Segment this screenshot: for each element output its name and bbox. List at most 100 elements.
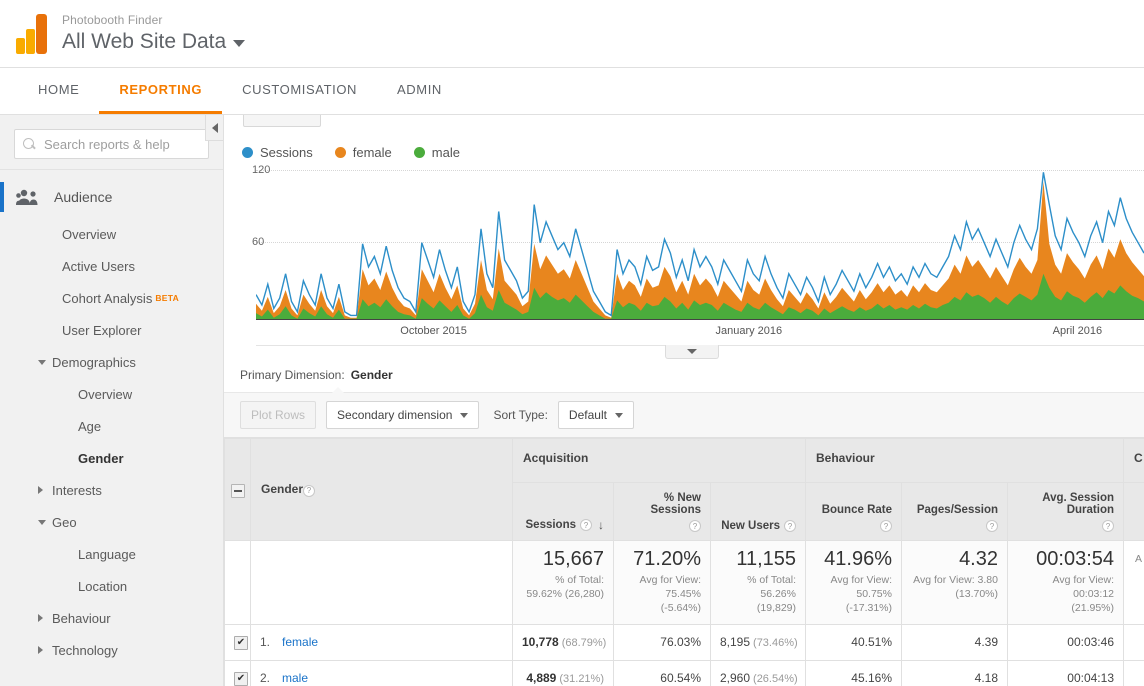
search-input[interactable]: [42, 135, 200, 153]
summary-cell: 41.96% Avg for View: 50.75% (-17.31%): [805, 540, 902, 625]
bounce-rate-value: 45.16%: [851, 671, 892, 686]
sidebar-item-interests[interactable]: Interests: [0, 474, 223, 506]
nav-tab-customisation[interactable]: CUSTOMISATION: [222, 68, 377, 114]
row-rank: 1.: [260, 635, 271, 650]
help-icon[interactable]: ?: [580, 519, 592, 531]
sidebar-item-technology[interactable]: Technology: [0, 634, 223, 666]
sort-type-select[interactable]: Default: [557, 401, 634, 429]
chevron-right-icon: [38, 646, 43, 654]
cell-new-users: 2,960 (26.54%): [710, 659, 806, 686]
dimension-header-label: Gender: [261, 482, 304, 497]
beta-badge: BETA: [155, 293, 180, 303]
help-icon[interactable]: ?: [689, 520, 701, 532]
avg-duration-value: 00:04:13: [1067, 671, 1114, 686]
sessions-percent: (68.79%): [561, 637, 607, 650]
sidebar-item-overview[interactable]: Overview: [0, 218, 223, 250]
avg-duration-value: 00:03:46: [1067, 635, 1114, 650]
sidebar-collapse-button[interactable]: [205, 115, 223, 141]
table-row: ✔ 1. female 10,778 (68.79%) 76.03% 8,195 (73.46…: [224, 623, 1144, 661]
search-reports-box[interactable]: [14, 129, 209, 159]
view-selector[interactable]: All Web Site Data: [62, 30, 246, 53]
sidebar-item-demographics[interactable]: Demographics: [0, 346, 223, 378]
nav-tab-admin[interactable]: ADMIN: [377, 68, 462, 114]
help-icon[interactable]: ?: [784, 520, 796, 532]
legend-color-dot: [334, 147, 346, 158]
dimension-column-header[interactable]: Gender?: [250, 438, 513, 541]
pct-new-sessions-value: 76.03%: [660, 635, 701, 650]
google-analytics-logo: [16, 13, 50, 54]
summary-cell: 15,667 % of Total: 59.62% (26,280): [512, 540, 614, 625]
table-summary-row: 15,667 % of Total: 59.62% (26,280) 71.20% Av…: [224, 540, 1144, 625]
sort-descending-icon[interactable]: ↓: [598, 518, 604, 532]
column-header-new-users[interactable]: New Users?: [710, 482, 806, 541]
row-dimension-cell: 2. male: [250, 659, 513, 686]
column-header-pages-session[interactable]: Pages/Session?: [901, 482, 1008, 541]
sidebar-item-behaviour[interactable]: Behaviour: [0, 602, 223, 634]
plot-rows-button[interactable]: Plot Rows: [240, 401, 317, 429]
column-header--new-sessions[interactable]: % New Sessions?: [613, 482, 711, 541]
summary-value: 11,155: [736, 548, 796, 570]
summary-blank-cell: [224, 540, 251, 625]
legend-item-sessions[interactable]: Sessions: [242, 145, 313, 160]
collapse-all-icon[interactable]: [230, 484, 245, 498]
row-dimension-cell: 1. female: [250, 623, 513, 661]
row-checkbox[interactable]: ✔: [234, 672, 248, 686]
sidebar-item-gender[interactable]: Gender: [0, 442, 223, 474]
row-dimension-link[interactable]: female: [282, 635, 318, 649]
new-users-value: 2,960: [720, 671, 751, 686]
cell-pct-new-sessions: 76.03%: [613, 623, 711, 661]
brand-bar: Photobooth Finder All Web Site Data: [0, 0, 1144, 68]
row-checkbox-cell[interactable]: ✔: [224, 623, 251, 661]
bounce-rate-value: 40.51%: [851, 635, 892, 650]
sidebar-item-user-explorer[interactable]: User Explorer: [0, 314, 223, 346]
summary-value: 41.96%: [824, 548, 892, 570]
table-group-header: Acquisition: [512, 438, 806, 483]
nav-tab-home[interactable]: HOME: [18, 68, 99, 114]
legend-color-dot: [413, 147, 425, 158]
audience-people-icon: [16, 189, 42, 206]
help-icon[interactable]: ?: [986, 520, 998, 532]
column-header-sessions[interactable]: Sessions? ↓: [512, 482, 614, 541]
chart-expand-toggle[interactable]: [665, 345, 719, 359]
summary-subline: Avg for View: 3.80: [913, 574, 998, 586]
sidebar-item-language[interactable]: Language: [0, 538, 223, 570]
sidebar-item-cohort-analysis[interactable]: Cohort Analysis BETA: [0, 282, 223, 314]
row-checkbox[interactable]: ✔: [234, 636, 248, 651]
new-users-percent: (26.54%): [753, 673, 798, 686]
sidebar-item-active-users[interactable]: Active Users: [0, 250, 223, 282]
cell-new-users: 8,195 (73.46%): [710, 623, 806, 661]
column-header-bounce-rate[interactable]: Bounce Rate?: [805, 482, 902, 541]
expand-collapse-all-cell[interactable]: [224, 438, 251, 541]
sidebar-item-label: Overview: [78, 386, 133, 402]
help-icon[interactable]: ?: [303, 484, 316, 497]
plot-rows-label: Plot Rows: [251, 408, 306, 422]
main-nav-tabs: HOME REPORTING CUSTOMISATION ADMIN: [0, 68, 1144, 115]
chevron-down-icon: [233, 39, 246, 47]
help-icon[interactable]: ?: [1102, 520, 1114, 532]
sidebar-item-geo[interactable]: Geo: [0, 506, 223, 538]
sidebar-item-overview[interactable]: Overview: [0, 378, 223, 410]
chevron-right-icon: [38, 486, 43, 494]
cell-conversions-partial: [1123, 659, 1144, 686]
column-header-avg-session-duration[interactable]: Avg. Session Duration?: [1007, 482, 1124, 541]
chevron-down-icon: [614, 412, 623, 418]
column-header-conversions-partial[interactable]: [1123, 482, 1144, 541]
legend-item-male[interactable]: male: [413, 145, 460, 160]
sidebar-item-location[interactable]: Location: [0, 570, 223, 602]
report-table-container: Gender? Acquisition Behaviour C Sessions? ↓% …: [224, 438, 1144, 686]
sidebar-section-audience[interactable]: Audience: [0, 176, 223, 218]
main-content: Sessions female male 120 60 October 2015 Ja…: [224, 115, 1144, 686]
sidebar-divider: [0, 169, 223, 170]
row-checkbox-cell[interactable]: ✔: [224, 659, 251, 686]
secondary-dimension-button[interactable]: Secondary dimension: [326, 401, 480, 429]
help-icon[interactable]: ?: [880, 520, 892, 532]
table-group-header-row: Gender? Acquisition Behaviour C: [224, 438, 1144, 541]
nav-tab-reporting[interactable]: REPORTING: [99, 68, 223, 114]
sidebar-item-age[interactable]: Age: [0, 410, 223, 442]
sidebar-item-label: Cohort Analysis: [62, 290, 153, 306]
primary-dimension-value[interactable]: Gender: [351, 368, 393, 382]
legend-item-female[interactable]: female: [334, 145, 392, 160]
chevron-right-icon: [38, 614, 43, 622]
summary-subline: (-17.31%): [845, 602, 892, 615]
row-dimension-link[interactable]: male: [282, 671, 308, 685]
